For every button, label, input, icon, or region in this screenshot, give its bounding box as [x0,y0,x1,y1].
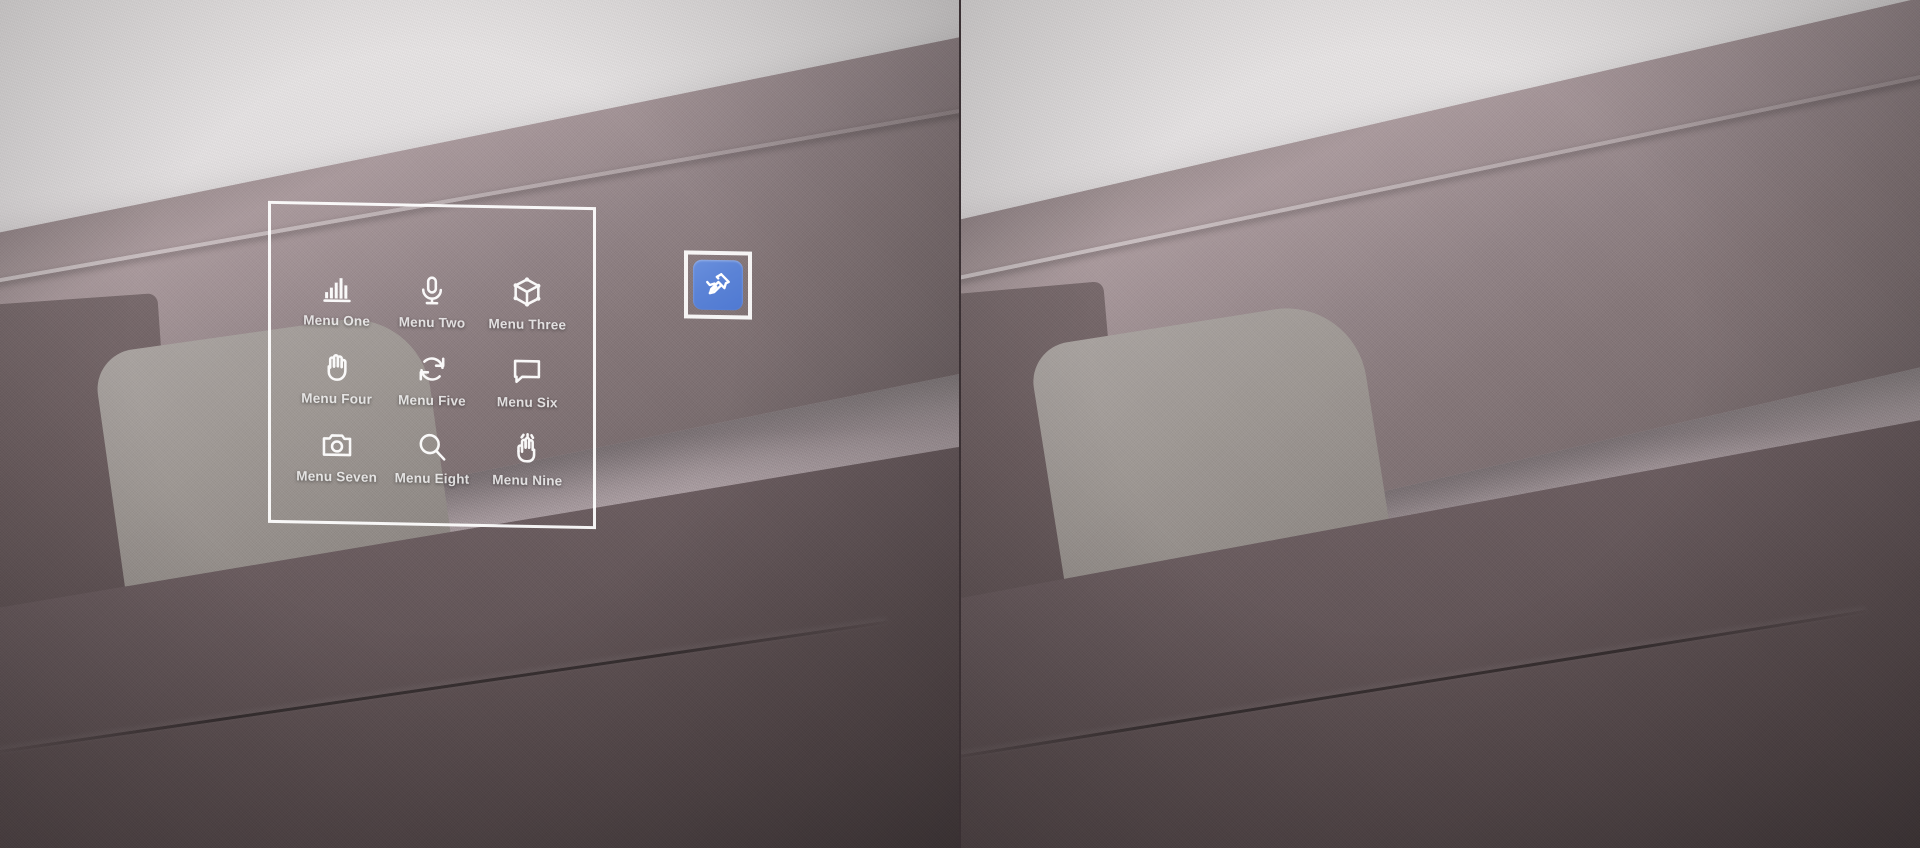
menu-item-label: Menu Four [301,390,373,407]
menu-panel-wireframe[interactable]: Menu One Menu Two Menu Three Menu Four Menu … [268,200,596,530]
open-hand-icon [320,350,354,385]
menu-item-menu-four[interactable]: Menu Four [289,349,384,407]
ar-scene-stage: Menu One Menu Two Menu Three Menu Four Menu … [0,0,1920,848]
menu-item-menu-six[interactable]: Menu Six [480,353,575,411]
camera-icon [320,428,354,463]
microphone-icon [415,274,449,309]
refresh-sync-icon [415,352,449,387]
menu-item-label: Menu Six [496,394,558,411]
bar-chart-icon [320,272,354,307]
menu-item-label: Menu Three [488,316,567,333]
pushpin-icon [706,273,730,295]
pin-button-surface [693,259,743,311]
view-right-solid: Menu OneMenu TwoMenu ThreeMenu FourMenu … [960,0,1920,848]
magnifier-search-icon [415,430,449,465]
view-left-wireframe: Menu One Menu Two Menu Three Menu Four Menu … [0,0,960,848]
menu-item-menu-three[interactable]: Menu Three [480,275,575,333]
menu-item-menu-eight[interactable]: Menu Eight [384,429,479,487]
speech-bubble-icon [510,354,544,389]
menu-item-menu-two[interactable]: Menu Two [384,273,479,331]
menu-item-label: Menu Nine [492,472,563,489]
menu-item-label: Menu Eight [394,470,470,487]
menu-item-menu-nine[interactable]: Menu Nine [480,431,575,489]
menu-item-label: Menu Two [398,314,466,331]
hand-tap-icon [510,432,544,467]
menu-item-label: Menu One [303,312,371,329]
3d-cube-icon [510,276,544,311]
menu-item-menu-seven[interactable]: Menu Seven [289,427,384,485]
menu-item-label: Menu Five [398,392,466,409]
menu-item-menu-one[interactable]: Menu One [289,271,384,329]
pin-button-left[interactable]: Pin menu [684,250,752,320]
menu-item-menu-five[interactable]: Menu Five [384,351,479,409]
menu-item-label: Menu Seven [296,468,378,485]
view-divider [959,0,961,848]
photo-scene-right [960,0,1920,848]
